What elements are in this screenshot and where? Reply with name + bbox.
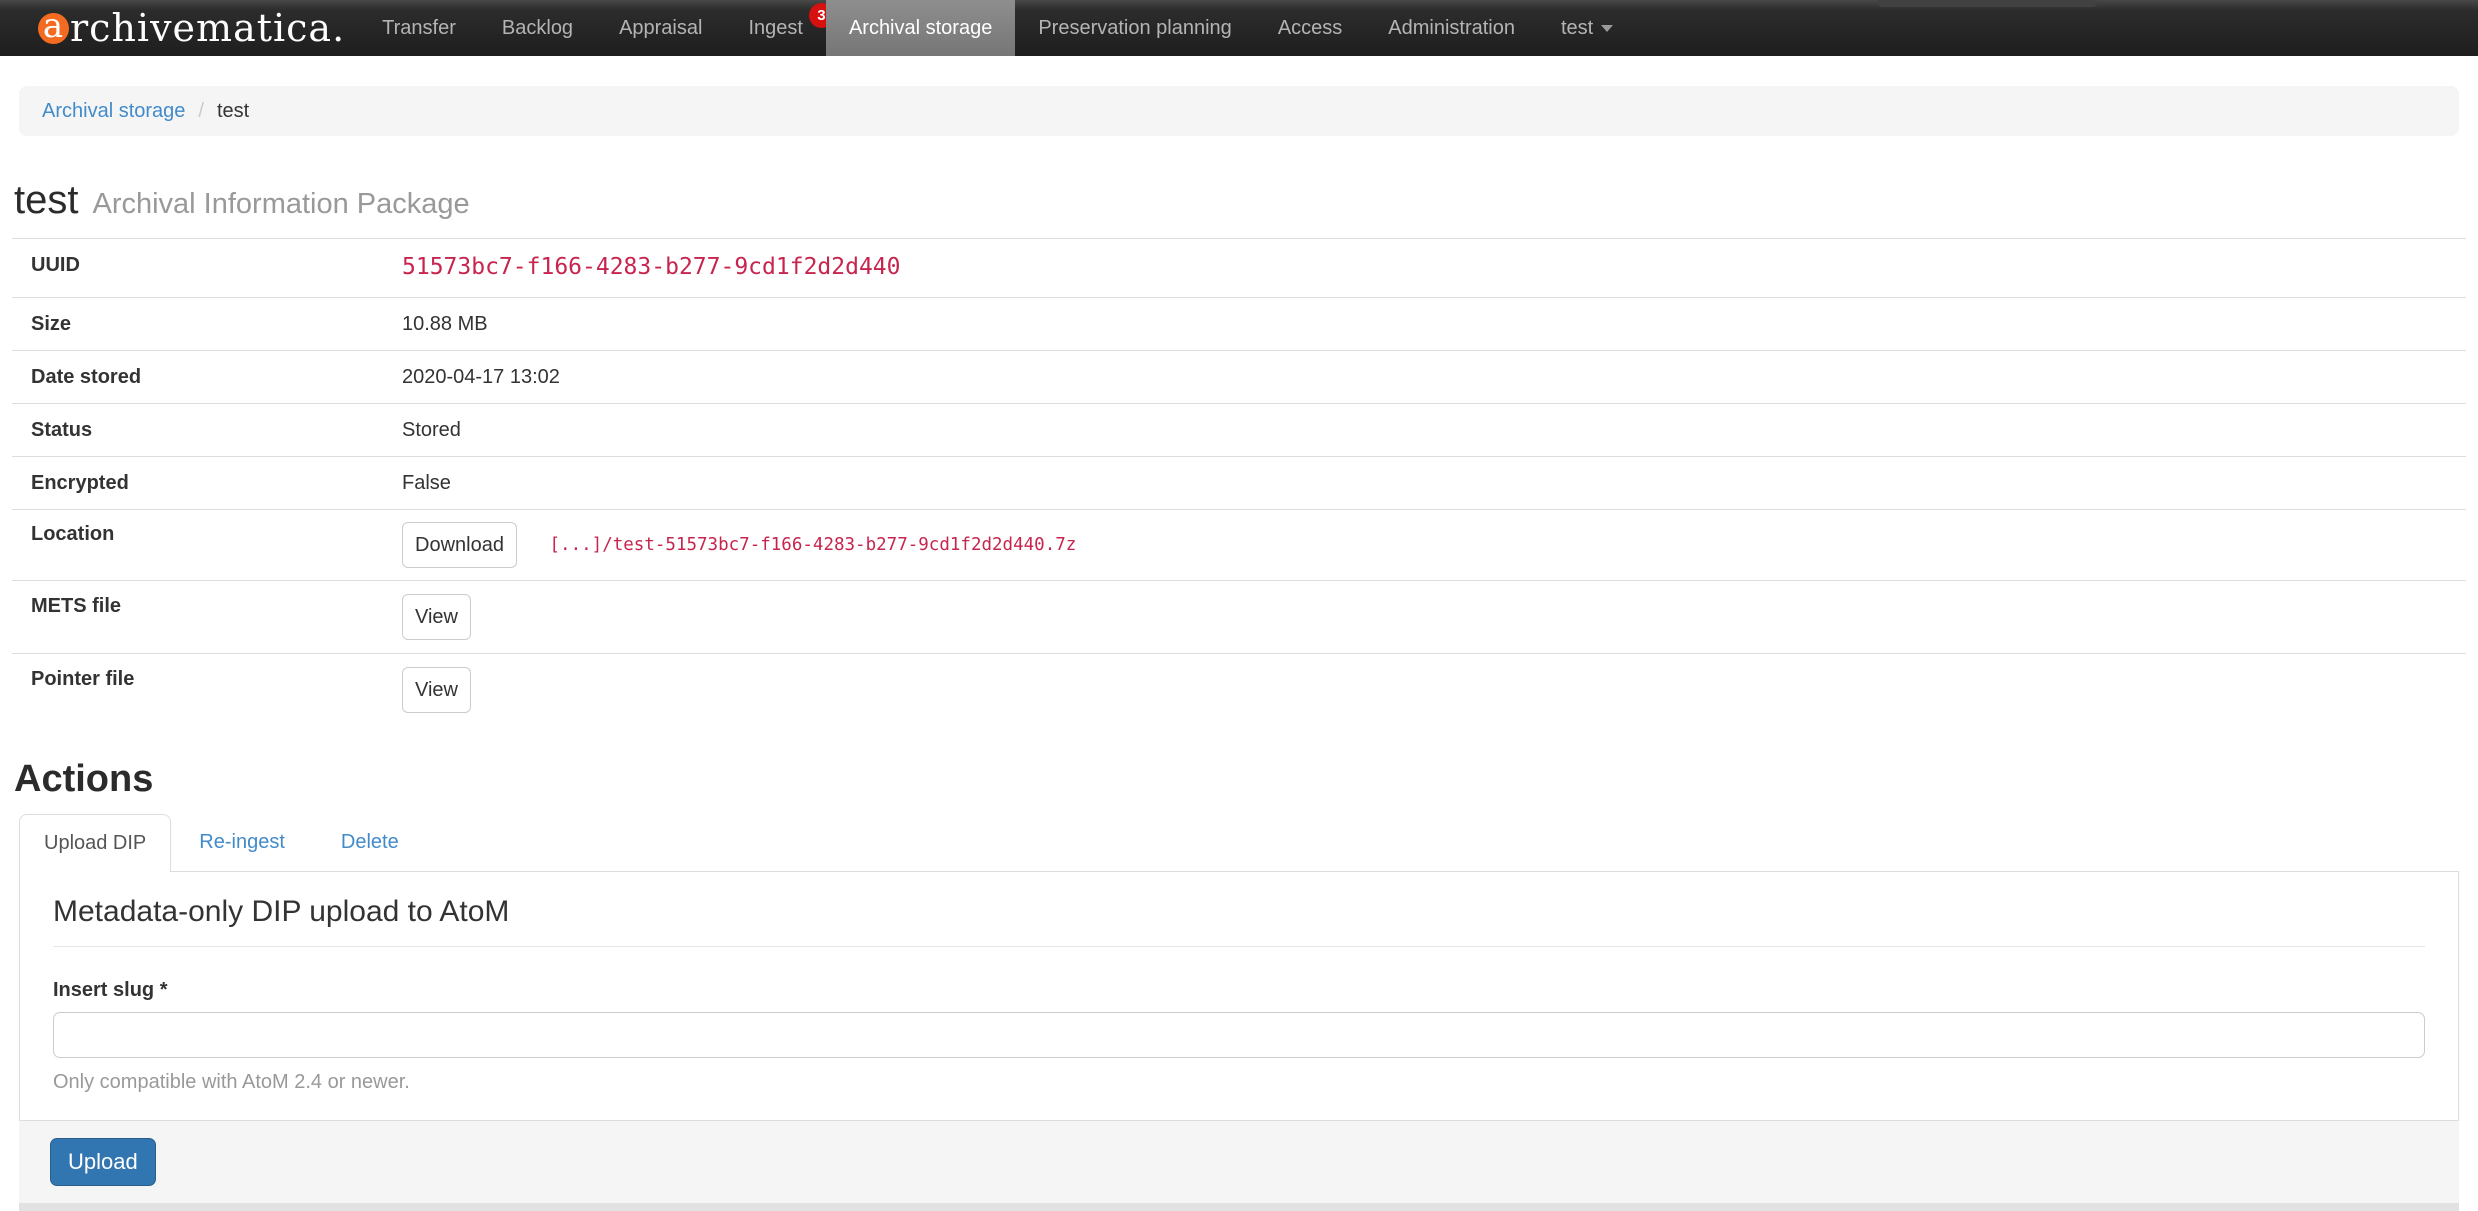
date-stored-label: Date stored — [12, 351, 402, 404]
size-value: 10.88 MB — [402, 298, 2466, 351]
status-label: Status — [12, 404, 402, 457]
date-stored-value: 2020-04-17 13:02 — [402, 351, 2466, 404]
main-nav: Transfer Backlog Appraisal Ingest 3 Arch… — [359, 0, 1636, 56]
breadcrumb: Archival storage / test — [19, 86, 2459, 136]
table-row-uuid: UUID 51573bc7-f166-4283-b277-9cd1f2d2d44… — [12, 239, 2466, 298]
footer-divider — [19, 1203, 2459, 1211]
pointer-file-label: Pointer file — [12, 654, 402, 727]
location-label: Location — [12, 510, 402, 581]
table-row-status: Status Stored — [12, 404, 2466, 457]
page-subtitle: Archival Information Package — [92, 188, 469, 220]
panel-heading: Metadata-only DIP upload to AtoM — [53, 894, 2425, 947]
brand-orange-a-icon: a — [38, 13, 69, 44]
top-navbar: archivematica. Transfer Backlog Appraisa… — [0, 0, 2478, 56]
size-label: Size — [12, 298, 402, 351]
page-title: test — [14, 178, 78, 222]
table-row-size: Size 10.88 MB — [12, 298, 2466, 351]
actions-heading: Actions — [14, 756, 2478, 802]
tab-upload-dip[interactable]: Upload DIP — [19, 814, 171, 872]
view-mets-button[interactable]: View — [402, 594, 471, 640]
table-row-date-stored: Date stored 2020-04-17 13:02 — [12, 351, 2466, 404]
insert-slug-input[interactable] — [53, 1012, 2425, 1058]
user-menu-dropdown[interactable]: test — [1538, 0, 1636, 56]
nav-item-ingest-label: Ingest — [748, 17, 802, 40]
breadcrumb-separator: / — [198, 100, 204, 123]
tab-re-ingest[interactable]: Re-ingest — [171, 813, 313, 871]
table-row-pointer-file: Pointer file View — [12, 654, 2466, 727]
caret-down-icon — [1601, 25, 1613, 32]
slug-help-text: Only compatible with AtoM 2.4 or newer. — [53, 1070, 2425, 1094]
nav-item-ingest[interactable]: Ingest 3 — [725, 0, 825, 56]
upload-button[interactable]: Upload — [50, 1138, 156, 1186]
nav-item-appraisal[interactable]: Appraisal — [596, 0, 725, 56]
location-path: [...]/test-51573bc7-f166-4283-b277-9cd1f… — [550, 535, 1077, 555]
aip-details-table: UUID 51573bc7-f166-4283-b277-9cd1f2d2d44… — [12, 238, 2466, 726]
download-button[interactable]: Download — [402, 522, 517, 568]
user-menu-label: test — [1561, 17, 1593, 40]
breadcrumb-current: test — [217, 100, 249, 123]
nav-item-administration[interactable]: Administration — [1365, 0, 1538, 56]
form-actions-bar: Upload — [19, 1121, 2459, 1203]
brand-text: rchivematica. — [70, 6, 345, 50]
uuid-label: UUID — [12, 239, 402, 298]
uuid-value: 51573bc7-f166-4283-b277-9cd1f2d2d440 — [402, 254, 901, 280]
table-row-mets-file: METS file View — [12, 581, 2466, 654]
encrypted-value: False — [402, 457, 2466, 510]
status-value: Stored — [402, 404, 2466, 457]
archivematica-logo[interactable]: archivematica. — [0, 0, 359, 56]
page-header: test Archival Information Package — [14, 176, 2478, 231]
mets-file-label: METS file — [12, 581, 402, 654]
nav-item-transfer[interactable]: Transfer — [359, 0, 479, 56]
upload-dip-panel: Metadata-only DIP upload to AtoM Insert … — [19, 871, 2459, 1121]
table-row-location: Location Download [...]/test-51573bc7-f1… — [12, 510, 2466, 581]
nav-item-backlog[interactable]: Backlog — [479, 0, 596, 56]
nav-item-preservation-planning[interactable]: Preservation planning — [1015, 0, 1254, 56]
breadcrumb-link-archival-storage[interactable]: Archival storage — [42, 100, 185, 123]
encrypted-label: Encrypted — [12, 457, 402, 510]
nav-item-access[interactable]: Access — [1255, 0, 1365, 56]
navbar-search-input[interactable] — [1878, 0, 2097, 7]
tab-delete[interactable]: Delete — [313, 813, 427, 871]
table-row-encrypted: Encrypted False — [12, 457, 2466, 510]
view-pointer-button[interactable]: View — [402, 667, 471, 713]
insert-slug-label: Insert slug * — [53, 978, 2425, 1002]
actions-tabs: Upload DIP Re-ingest Delete — [19, 813, 2459, 871]
nav-item-archival-storage[interactable]: Archival storage — [826, 0, 1015, 56]
